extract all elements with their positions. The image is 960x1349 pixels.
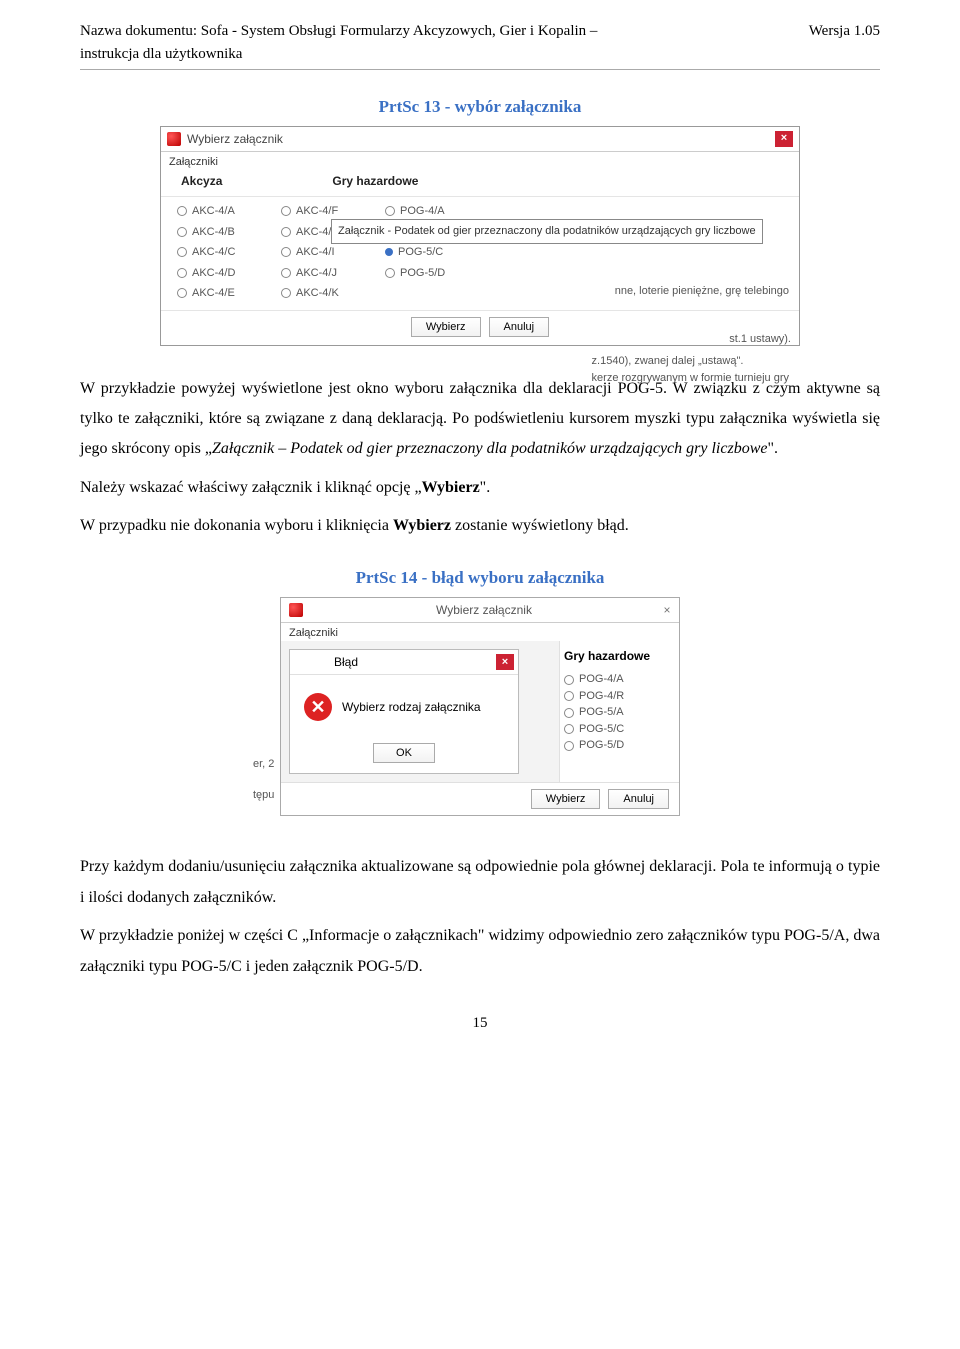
radio-pog5c[interactable]: POG-5/C	[385, 244, 465, 261]
bg-text: st.1 ustawy).	[729, 331, 791, 348]
screenshot-1-wrap: Wybierz załącznik × Załączniki Akcyza Gr…	[80, 126, 880, 346]
radio-akc4d[interactable]: AKC-4/D	[177, 265, 257, 282]
radio-pog4a[interactable]: POG-4/A	[564, 671, 671, 688]
dialog-titlebar: Wybierz załącznik ×	[161, 127, 799, 152]
dialog-body: Błąd × ✕ Wybierz rodzaj załącznika OK Gr…	[281, 641, 679, 782]
dialog-titlebar: Wybierz załącznik ×	[281, 598, 679, 623]
anuluj-button[interactable]: Anuluj	[489, 317, 550, 337]
page-header: Nazwa dokumentu: Sofa - System Obsługi F…	[80, 20, 880, 65]
bg-text: z.1540), zwanej dalej „ustawą". kerze ro…	[592, 353, 789, 386]
fieldset-label: Załączniki	[161, 152, 799, 171]
dialog-buttons: Wybierz Anuluj	[161, 310, 799, 345]
akcyza-col-1: AKC-4/A AKC-4/B AKC-4/C AKC-4/D AKC-4/E	[177, 203, 257, 302]
dialog-wybierz-zalacznik: Wybierz załącznik × Załączniki Akcyza Gr…	[160, 126, 800, 346]
wybierz-button[interactable]: Wybierz	[411, 317, 481, 337]
screenshot-2-wrap: er, 2 tępu Wybierz załącznik × Załącznik…	[80, 597, 880, 817]
radio-pog5a[interactable]: POG-5/A	[564, 704, 671, 721]
col-header-akcyza: Akcyza	[181, 172, 222, 190]
radio-pog5d[interactable]: POG-5/D	[564, 737, 671, 754]
col-header-gry: Gry hazardowe	[332, 172, 418, 190]
dialog-error: er, 2 tępu Wybierz załącznik × Załącznik…	[280, 597, 680, 817]
error-area: Błąd × ✕ Wybierz rodzaj załącznika OK	[281, 641, 559, 782]
app-icon	[289, 603, 303, 617]
body-paragraph-3: W przypadku nie dokonania wyboru i klikn…	[80, 511, 880, 541]
ok-button[interactable]: OK	[373, 743, 435, 763]
tooltip: Załącznik - Podatek od gier przeznaczony…	[331, 219, 763, 244]
error-title: Błąd	[294, 653, 358, 671]
page-number: 15	[80, 1012, 880, 1035]
body-paragraph-2: Należy wskazać właściwy załącznik i klik…	[80, 473, 880, 503]
error-titlebar: Błąd ×	[290, 650, 518, 675]
anuluj-button[interactable]: Anuluj	[608, 789, 669, 809]
body-paragraph-4: Przy każdym dodaniu/usunięciu załącznika…	[80, 852, 880, 913]
error-dialog: Błąd × ✕ Wybierz rodzaj załącznika OK	[289, 649, 519, 774]
close-button[interactable]: ×	[659, 603, 675, 617]
doc-name: Nazwa dokumentu: Sofa - System Obsługi F…	[80, 20, 640, 65]
dialog-title: Wybierz załącznik	[187, 130, 283, 148]
gry-col: POG-4/A x POG-5/C POG-5/D	[385, 203, 465, 302]
wybierz-button[interactable]: Wybierz	[531, 789, 601, 809]
akcyza-col-2: AKC-4/F AKC-4/H AKC-4/I AKC-4/J AKC-4/K	[281, 203, 361, 302]
radio-akc4e[interactable]: AKC-4/E	[177, 285, 257, 302]
radio-akc4f[interactable]: AKC-4/F	[281, 203, 361, 220]
radio-akc4b[interactable]: AKC-4/B	[177, 224, 257, 241]
figure-caption-2: PrtSc 14 - błąd wyboru załącznika	[80, 565, 880, 591]
col-header-gry: Gry hazardowe	[564, 647, 671, 665]
radio-akc4a[interactable]: AKC-4/A	[177, 203, 257, 220]
bg-text: nne, loterie pieniężne, grę telebingo	[615, 283, 789, 300]
error-icon: ✕	[304, 693, 332, 721]
dialog-buttons: Wybierz Anuluj	[281, 782, 679, 815]
radio-pog4a[interactable]: POG-4/A	[385, 203, 465, 220]
bg-clip: er, 2 tępu	[253, 756, 274, 803]
dialog-title: Wybierz załącznik	[309, 601, 659, 619]
radio-pog4r[interactable]: POG-4/R	[564, 688, 671, 705]
error-buttons: OK	[290, 735, 518, 773]
close-button[interactable]: ×	[775, 131, 793, 147]
right-panel: Gry hazardowe POG-4/A POG-4/R POG-5/A PO…	[559, 641, 679, 782]
radio-pog5d[interactable]: POG-5/D	[385, 265, 465, 282]
body-paragraph-5: W przykładzie poniżej w części C „Inform…	[80, 921, 880, 982]
radio-akc4i[interactable]: AKC-4/I	[281, 244, 361, 261]
radio-pog5c[interactable]: POG-5/C	[564, 721, 671, 738]
app-icon	[167, 132, 181, 146]
figure-caption-1: PrtSc 13 - wybór załącznika	[80, 94, 880, 120]
error-message: Wybierz rodzaj załącznika	[342, 698, 481, 716]
radio-akc4c[interactable]: AKC-4/C	[177, 244, 257, 261]
column-headers: Akcyza Gry hazardowe	[161, 170, 799, 197]
error-body: ✕ Wybierz rodzaj załącznika	[290, 675, 518, 735]
body-paragraph-1: W przykładzie powyżej wyświetlone jest o…	[80, 374, 880, 465]
fieldset-label: Załączniki	[281, 623, 679, 642]
dialog-body: nne, loterie pieniężne, grę telebingo z.…	[161, 197, 799, 310]
radio-akc4k[interactable]: AKC-4/K	[281, 285, 361, 302]
header-rule	[80, 69, 880, 70]
radio-akc4j[interactable]: AKC-4/J	[281, 265, 361, 282]
doc-version: Wersja 1.05	[809, 20, 880, 65]
error-close-button[interactable]: ×	[496, 654, 514, 670]
